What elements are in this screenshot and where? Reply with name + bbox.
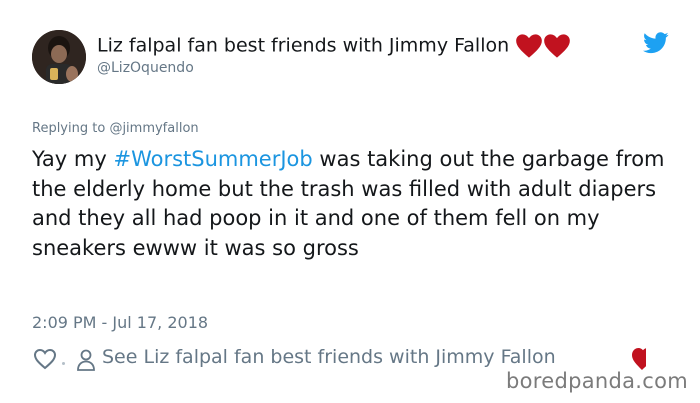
heart-icon [544,34,571,58]
author-handle[interactable]: @LizOquendo [97,60,194,76]
twitter-bird-icon[interactable] [643,32,669,54]
timestamp[interactable]: 2:09 PM - Jul 17, 2018 [32,313,208,332]
like-heart-icon[interactable] [33,348,57,370]
author-name-row[interactable]: Liz falpal fan best friends with Jimmy F… [97,33,571,59]
replying-to: Replying to @jimmyfallon [32,121,199,136]
avatar[interactable] [32,30,86,84]
avatar-photo [32,30,86,84]
hashtag-link[interactable]: #WorstSummerJob [113,147,312,171]
reply-label: Replying to [32,121,106,136]
separator-dot [62,362,65,365]
tweet-text: Yay my #WorstSummerJob was taking out th… [32,145,672,263]
watermark: boredpanda.com [506,369,689,393]
heart-icon [516,34,543,58]
see-profile-link[interactable]: See Liz falpal fan best friends with Jim… [102,346,556,368]
reply-handle-link[interactable]: @jimmyfallon [109,121,198,136]
tweet-text-start: Yay my [32,147,114,171]
person-icon [77,349,95,371]
author-name[interactable]: Liz falpal fan best friends with Jimmy F… [97,35,509,57]
